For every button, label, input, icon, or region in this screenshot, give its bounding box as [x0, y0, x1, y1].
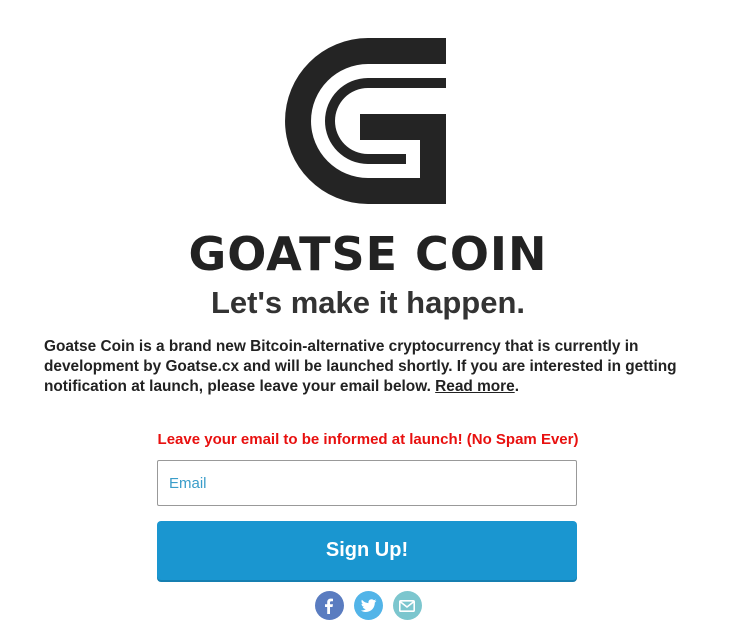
- intro-trailing: .: [514, 378, 519, 395]
- email-share-button[interactable]: [392, 591, 422, 620]
- facebook-share-button[interactable]: [314, 591, 344, 620]
- mail-icon: [399, 599, 415, 612]
- social-share-bar: [0, 591, 736, 620]
- email-input[interactable]: [157, 460, 577, 506]
- sign-up-button[interactable]: Sign Up!: [157, 521, 577, 580]
- goatse-coin-logo: [285, 38, 446, 204]
- intro-paragraph: Goatse Coin is a brand new Bitcoin-alter…: [44, 337, 684, 397]
- intro-text: Goatse Coin is a brand new Bitcoin-alter…: [44, 338, 677, 395]
- signup-notice: Leave your email to be informed at launc…: [157, 431, 579, 448]
- tagline: Let's make it happen.: [210, 285, 525, 320]
- read-more-link[interactable]: Read more: [435, 378, 515, 395]
- brand-name: GOATSE COIN: [188, 227, 548, 281]
- twitter-share-button[interactable]: [353, 591, 383, 620]
- twitter-icon: [360, 598, 376, 612]
- facebook-icon: [325, 598, 333, 614]
